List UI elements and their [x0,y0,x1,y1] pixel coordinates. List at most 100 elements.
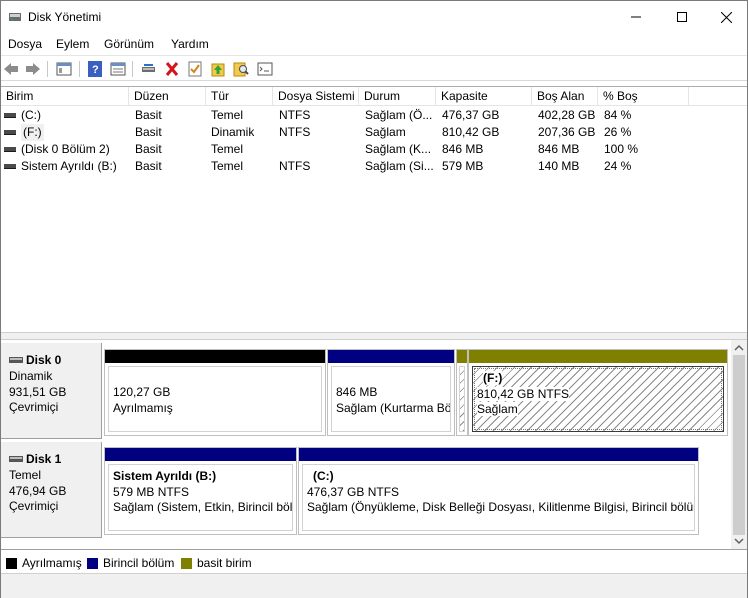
partition-c[interactable]: (C:) 476,37 GB NTFS Sağlam (Önyükleme, D… [298,447,699,535]
volume-icon [4,130,16,135]
volume-row[interactable]: (Disk 0 Bölüm 2) Basit Temel Sağlam (K..… [1,141,747,158]
cell-tur: Temel [211,108,244,122]
cell-birim: (Disk 0 Bölüm 2) [21,142,110,156]
toolbar: ? [1,55,747,81]
partition-f[interactable]: (F:) 810,42 GB NTFS Sağlam [468,349,728,436]
disk-state: Çevrimiçi [9,499,59,513]
disk-type: Dinamik [9,369,53,383]
disk-management-icon [9,13,21,21]
column-kapasite[interactable]: Kapasite [436,87,532,106]
cell-kapasite: 810,42 GB [442,125,500,139]
disk-0-label[interactable]: Disk 0 Dinamik 931,51 GB Çevrimiçi [1,343,102,439]
check-icon [188,61,202,77]
column-yuzde-bos[interactable]: % Boş [598,87,689,106]
forward-button[interactable] [24,60,42,78]
disk-management-window: Disk Yönetimi Dosya Eylem Görünüm Yardım [0,0,748,598]
settings-list-button[interactable] [256,60,274,78]
disk-name: Disk 1 [26,452,62,466]
toolbar-separator [47,61,48,77]
close-button[interactable] [703,1,748,33]
back-button[interactable] [2,60,20,78]
partition-body [459,366,465,432]
legend-simple: basit birim [181,556,252,570]
minimize-icon [631,16,641,18]
cell-bos-alan: 402,28 GB [538,108,596,122]
maximize-icon [677,12,687,22]
forward-arrow-icon [26,63,40,75]
primary-bar [105,448,296,461]
list-header: Birim Düzen Tür Dosya Sistemi Durum Kapa… [1,87,747,106]
menu-eylem[interactable]: Eylem [56,37,89,51]
legend-swatch [6,557,17,569]
partition-status: Sağlam (Sistem, Etkin, Birincil bölü [113,500,293,514]
close-icon [720,11,732,23]
disk-1-label[interactable]: Disk 1 Temel 476,94 GB Çevrimiçi [1,442,102,538]
cell-duzen: Basit [135,125,162,139]
properties-button[interactable] [109,60,127,78]
cell-kapasite: 846 MB [442,142,484,156]
scrollbar-thumb[interactable] [733,355,745,535]
cell-dosya-sistemi: NTFS [279,159,311,173]
cell-tur: Temel [211,159,244,173]
partition-status: Sağlam [477,402,518,416]
properties-icon [110,62,126,76]
search-icon [233,62,249,77]
column-birim[interactable]: Birim [1,87,129,106]
menu-gorunum[interactable]: Görünüm [104,37,154,51]
column-durum[interactable]: Durum [359,87,436,106]
console-tree-button[interactable] [55,60,73,78]
volume-list: Birim Düzen Tür Dosya Sistemi Durum Kapa… [1,86,747,332]
simple-bar [469,350,727,363]
disk-size: 931,51 GB [9,385,67,399]
svg-text:?: ? [92,64,99,76]
volume-icon [4,164,16,169]
disk-name: Disk 0 [26,353,62,367]
column-tur[interactable]: Tür [206,87,273,106]
scroll-up-icon[interactable] [731,341,747,355]
unallocated-bar [105,350,325,363]
minimize-button[interactable] [613,1,659,33]
toolbar-separator [132,61,133,77]
cell-bos-alan: 140 MB [538,159,580,173]
help-button[interactable]: ? [86,60,104,78]
disk-icon [9,357,23,363]
cell-tur: Dinamik [211,125,255,139]
menu-dosya[interactable]: Dosya [8,37,42,51]
partition-f-fragment[interactable] [456,349,468,436]
legend-label: Ayrılmamış [22,556,82,570]
partition-status: Sağlam (Kurtarma Bö [336,400,451,415]
cell-yuzde-bos: 84 % [604,108,632,122]
search-button[interactable] [232,60,250,78]
column-duzen[interactable]: Düzen [129,87,206,106]
partition-unallocated[interactable]: 120,27 GB Ayrılmamış [104,349,326,436]
volume-row[interactable]: (F:) Basit Dinamik NTFS Sağlam 810,42 GB… [1,124,747,141]
cell-durum: Sağlam (Ö... [365,108,433,122]
cell-tur: Temel [211,142,244,156]
column-dosya-sistemi[interactable]: Dosya Sistemi [273,87,359,106]
partition-body: Sistem Ayrıldı (B:) 579 MB NTFS Sağlam (… [108,464,293,531]
delete-icon [165,62,179,76]
legend-label: Birincil bölüm [103,556,175,570]
check-button[interactable] [186,60,204,78]
import-button[interactable] [209,60,227,78]
partition-system-reserved[interactable]: Sistem Ayrıldı (B:) 579 MB NTFS Sağlam (… [104,447,297,535]
primary-bar [328,350,454,363]
partition-title: (F:) [483,371,503,385]
connect-button[interactable] [140,60,158,78]
partition-recovery[interactable]: 846 MB Sağlam (Kurtarma Bö [327,349,455,436]
back-arrow-icon [4,63,18,75]
delete-button[interactable] [163,60,181,78]
cell-yuzde-bos: 24 % [604,159,632,173]
window-title: Disk Yönetimi [28,10,102,24]
cell-durum: Sağlam (Si... [365,159,434,173]
maximize-button[interactable] [659,1,705,33]
volume-row[interactable]: (C:) Basit Temel NTFS Sağlam (Ö... 476,3… [1,107,747,124]
help-icon: ? [88,61,102,77]
legend-label: basit birim [197,556,252,570]
pane-splitter[interactable] [1,332,747,340]
volume-row[interactable]: Sistem Ayrıldı (B:) Basit Temel NTFS Sağ… [1,158,747,175]
disk-type: Temel [9,468,42,482]
menu-yardim[interactable]: Yardım [171,37,209,51]
column-bos-alan[interactable]: Boş Alan [532,87,598,106]
scroll-down-icon[interactable] [731,534,747,548]
